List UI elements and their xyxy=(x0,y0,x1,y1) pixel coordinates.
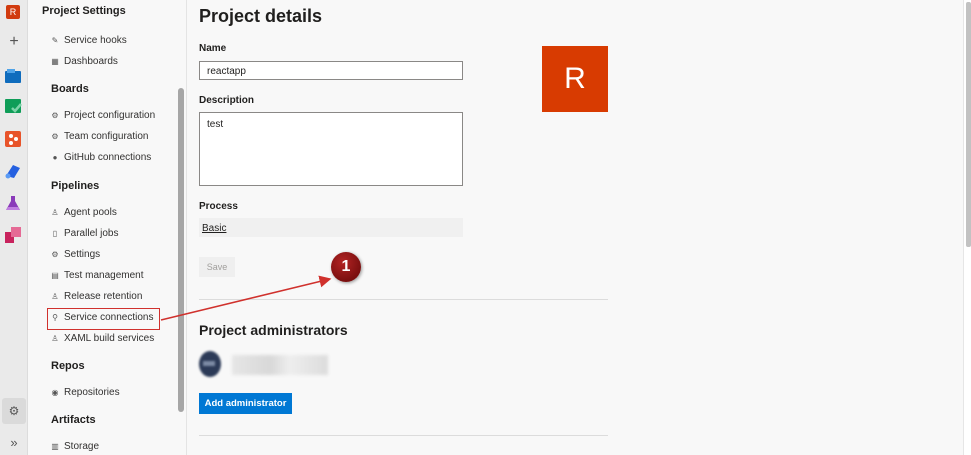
name-label: Name xyxy=(199,43,227,54)
annotation-marker: 1 xyxy=(331,252,361,282)
nav-item-service-hooks[interactable]: ✎ Service hooks xyxy=(51,33,127,47)
nav-scrollbar[interactable] xyxy=(178,88,184,412)
nav-item-test-management[interactable]: ▤ Test management xyxy=(51,268,144,282)
org-avatar[interactable]: R xyxy=(6,5,20,19)
nav-item-settings[interactable]: ⚙ Settings xyxy=(51,247,100,261)
section-pipelines: Pipelines xyxy=(51,180,100,192)
nav-item-label: Test management xyxy=(64,269,144,281)
nav-item-repositories[interactable]: ◉ Repositories xyxy=(51,385,120,399)
repositories-icon: ◉ xyxy=(51,387,59,397)
description-label: Description xyxy=(199,95,255,106)
gear-icon: ⚙ xyxy=(51,249,59,259)
save-button[interactable]: Save xyxy=(199,257,235,277)
boards-icon[interactable] xyxy=(4,97,22,115)
nav-item-release-retention[interactable]: ♙ Release retention xyxy=(51,289,142,303)
nav-item-label: XAML build services xyxy=(64,332,155,344)
section-artifacts: Artifacts xyxy=(51,414,96,426)
divider xyxy=(199,299,608,300)
nav-item-label: Release retention xyxy=(64,290,143,302)
divider xyxy=(199,435,608,436)
page-title: Project details xyxy=(199,6,323,26)
nav-item-agent-pools[interactable]: ♙ Agent pools xyxy=(51,205,117,219)
section-boards: Boards xyxy=(51,83,89,95)
xaml-build-icon: ♙ xyxy=(51,333,59,343)
expand-chevron-icon[interactable]: » xyxy=(6,435,22,451)
admin-avatar xyxy=(199,351,221,377)
main-scrollbar[interactable] xyxy=(963,0,971,455)
parallel-jobs-icon: ▯ xyxy=(52,228,58,238)
project-details-panel: Project details Name reactapp Descriptio… xyxy=(188,0,963,455)
overview-icon[interactable] xyxy=(4,67,22,85)
main-scrollbar-thumb[interactable] xyxy=(966,2,971,247)
new-project-icon[interactable]: + xyxy=(6,34,22,50)
nav-item-dashboards[interactable]: ▦ Dashboards xyxy=(51,54,118,68)
test-plans-icon[interactable] xyxy=(4,194,22,212)
pipelines-icon[interactable] xyxy=(4,162,22,180)
storage-icon: ▥ xyxy=(51,441,59,451)
github-icon: ● xyxy=(52,152,58,162)
nav-item-label: Repositories xyxy=(64,386,120,398)
process-link[interactable]: Basic xyxy=(199,218,463,237)
section-repos: Repos xyxy=(51,360,85,372)
service-hooks-icon: ✎ xyxy=(51,35,59,45)
process-label: Process xyxy=(199,201,238,212)
nav-item-label: Parallel jobs xyxy=(64,227,119,239)
project-logo[interactable]: R xyxy=(542,46,608,112)
nav-item-parallel-jobs[interactable]: ▯ Parallel jobs xyxy=(51,226,119,240)
settings-gear-icon[interactable]: ⚙ xyxy=(2,398,26,424)
release-retention-icon: ♙ xyxy=(51,291,59,301)
nav-item-label: GitHub connections xyxy=(64,151,152,163)
nav-item-label: Team configuration xyxy=(64,130,149,142)
nav-item-label: Project configuration xyxy=(64,109,156,121)
nav-item-project-configuration[interactable]: ⚙ Project configuration xyxy=(51,108,155,122)
nav-item-github-connections[interactable]: ● GitHub connections xyxy=(51,150,152,164)
artifacts-icon[interactable] xyxy=(4,226,22,244)
dashboards-icon: ▦ xyxy=(51,56,59,66)
nav-item-xaml-build-services[interactable]: ♙ XAML build services xyxy=(51,331,154,345)
nav-item-label: Service hooks xyxy=(64,34,127,46)
app-rail: R + ⚙ » xyxy=(0,0,28,455)
nav-item-label: Settings xyxy=(64,248,101,260)
nav-item-label: Storage xyxy=(64,440,100,452)
admin-name-redacted xyxy=(232,355,328,375)
description-textarea[interactable]: test xyxy=(199,112,463,186)
team-config-icon: ⚙ xyxy=(51,131,59,141)
project-config-icon: ⚙ xyxy=(51,110,59,120)
project-name-input[interactable]: reactapp xyxy=(199,61,463,80)
nav-item-label: Dashboards xyxy=(64,55,118,67)
test-management-icon: ▤ xyxy=(51,270,59,280)
annotation-highlight-box xyxy=(47,308,160,330)
repos-icon[interactable] xyxy=(4,130,22,148)
nav-item-team-configuration[interactable]: ⚙ Team configuration xyxy=(51,129,149,143)
add-administrator-button[interactable]: Add administrator xyxy=(199,393,292,414)
nav-header: Project Settings xyxy=(42,5,126,17)
settings-nav: Project Settings ✎ Service hooks ▦ Dashb… xyxy=(28,0,187,455)
nav-item-storage[interactable]: ▥ Storage xyxy=(51,439,99,453)
nav-item-label: Agent pools xyxy=(64,206,117,218)
admins-heading: Project administrators xyxy=(199,322,348,338)
agent-pools-icon: ♙ xyxy=(51,207,59,217)
